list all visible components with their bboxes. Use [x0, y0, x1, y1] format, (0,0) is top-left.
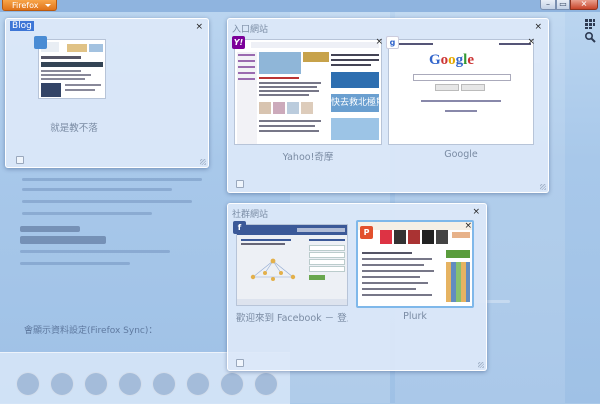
maximize-icon: ▭	[559, 0, 567, 9]
tab-title: Plurk	[403, 311, 427, 322]
maximize-button[interactable]: ▭	[556, 0, 570, 10]
search-icon[interactable]	[584, 31, 596, 43]
group-title[interactable]: 社群網站	[232, 207, 268, 220]
tab-item[interactable]: 快去救北極熊 Y! × Yahoo!奇摩	[232, 36, 383, 179]
yahoo-favicon-icon: Y!	[232, 36, 245, 49]
close-tab-icon[interactable]: ×	[375, 37, 383, 47]
resize-handle[interactable]	[200, 159, 206, 165]
group-app-tab-icon	[236, 180, 244, 188]
plurk-favicon-icon: P	[360, 226, 373, 239]
background-text-line	[22, 178, 202, 181]
group-app-tab-icon	[236, 359, 244, 367]
tab-title: Google	[444, 149, 478, 160]
resize-handle[interactable]	[478, 362, 484, 368]
tab-item[interactable]: Google g × Google	[386, 36, 535, 179]
group-title[interactable]: 入口網站	[232, 22, 268, 35]
resize-handle[interactable]	[540, 184, 546, 190]
background-block	[20, 226, 80, 232]
background-icon	[16, 372, 40, 396]
tab-thumbnail[interactable]: f	[236, 224, 348, 306]
tab-title: 歡迎來到 Facebook － 登入・…	[236, 313, 348, 324]
tab-group-social[interactable]: 社群網站 × f 歡迎來到 Facebook － 登 P × Plurk	[227, 203, 487, 371]
yahoo-banner-text: 快去救北極熊	[331, 94, 379, 112]
background-heading: 會顯示資料設定(Firefox Sync)：	[24, 326, 158, 336]
background-icon	[220, 372, 244, 396]
google-logo: Google	[429, 52, 475, 68]
group-title[interactable]: Blog	[10, 21, 34, 31]
background-text-line	[22, 188, 172, 191]
chevron-down-icon	[45, 4, 51, 7]
google-favicon-icon: g	[386, 36, 399, 49]
background-text-line	[20, 262, 130, 265]
close-icon: ✕	[580, 0, 588, 9]
close-tab-icon[interactable]: ×	[464, 221, 472, 231]
background-icon	[50, 372, 74, 396]
background-icon	[84, 372, 108, 396]
background-icon	[118, 372, 142, 396]
tab-thumbnail[interactable]: Google	[388, 39, 534, 145]
firefox-menu-button[interactable]: Firefox	[2, 0, 57, 11]
tab-thumbnail[interactable]: 快去救北極熊	[234, 39, 382, 145]
tab-title: 就是教不落	[50, 123, 98, 134]
tab-group-portal[interactable]: 入口網站 × 快去救北極熊	[227, 18, 549, 193]
minimize-icon: –	[546, 0, 550, 9]
minimize-button[interactable]: –	[540, 0, 556, 10]
background-icon	[186, 372, 210, 396]
tab-groups-icon[interactable]	[584, 18, 596, 30]
tab-item[interactable]: 就是教不落	[34, 36, 110, 134]
blog-favicon-icon	[34, 36, 47, 49]
group-app-tab-icon	[16, 156, 24, 164]
close-group-icon[interactable]: ×	[195, 23, 203, 32]
background-text-line	[22, 212, 152, 215]
tab-item[interactable]: f 歡迎來到 Facebook － 登	[233, 221, 348, 334]
close-group-icon[interactable]: ×	[472, 208, 480, 217]
background-icon	[254, 372, 278, 396]
facebook-favicon-icon: f	[233, 221, 246, 234]
background-text-line	[20, 250, 170, 253]
tab-thumbnail[interactable]	[38, 39, 106, 99]
background-toolbar	[0, 0, 600, 12]
background-block	[20, 236, 106, 244]
close-window-button[interactable]: ✕	[570, 0, 598, 10]
close-group-icon[interactable]: ×	[534, 23, 542, 32]
background-text-line	[22, 200, 192, 203]
tab-thumbnail[interactable]	[356, 220, 474, 308]
tab-item[interactable]: P × Plurk	[356, 220, 474, 338]
background-icon	[152, 372, 176, 396]
tab-title: Yahoo!奇摩	[282, 152, 334, 163]
close-tab-icon[interactable]: ×	[527, 37, 535, 47]
tab-group-blog[interactable]: Blog × 就是教不落	[5, 18, 209, 168]
firefox-menu-label: Firefox	[12, 1, 39, 10]
